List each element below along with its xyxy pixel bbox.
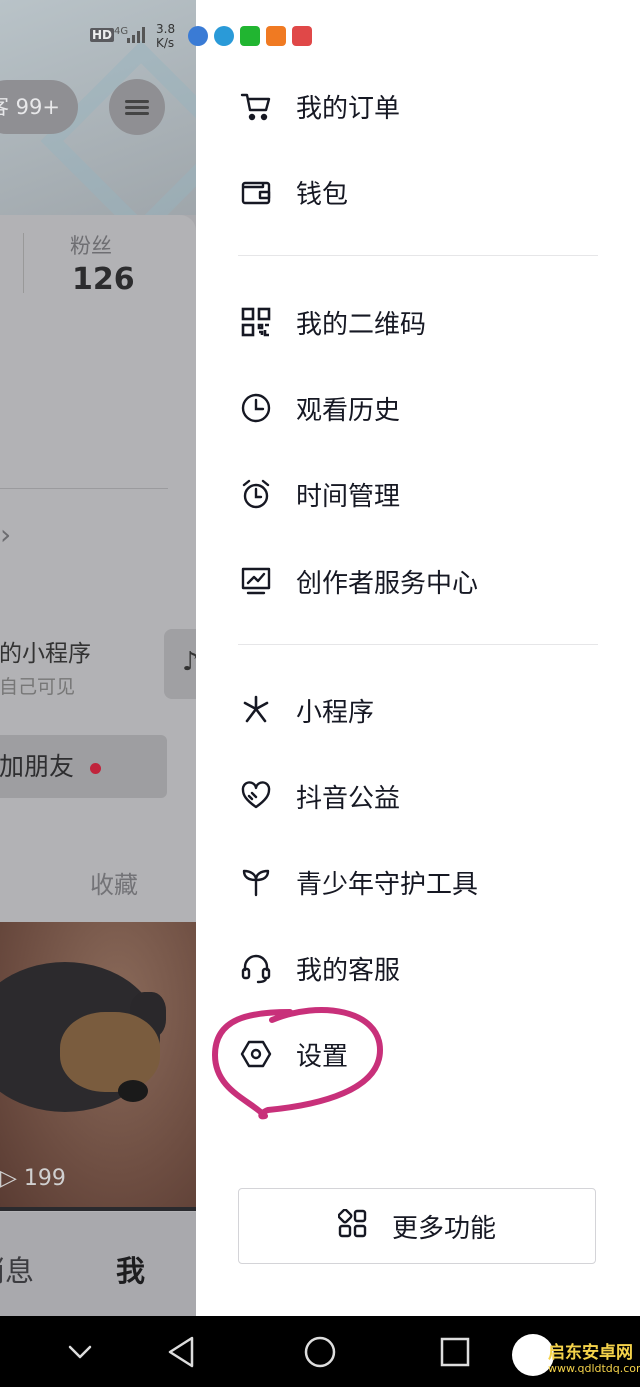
menu-item-watch-history[interactable]: 观看历史: [238, 388, 400, 428]
menu-item-label: 我的订单: [296, 93, 401, 124]
settings-hexagon-icon: [238, 1036, 274, 1072]
divider: [238, 255, 598, 256]
alarm-icon: [238, 476, 274, 512]
wallet-icon: [238, 174, 274, 210]
menu-item-customer-service[interactable]: 我的客服: [238, 948, 400, 988]
mini-program-icon: [238, 692, 274, 728]
divider: [238, 644, 598, 645]
hd-indicator: HD: [90, 28, 115, 42]
menu-item-label: 钱包: [296, 179, 349, 210]
divider: [0, 488, 168, 489]
edge-app-icon: [214, 26, 234, 46]
taobao-app-icon: [266, 26, 286, 46]
recents-icon[interactable]: [433, 1330, 477, 1374]
menu-item-label: 设置: [296, 1041, 349, 1072]
notification-dot: [90, 762, 102, 774]
profile-background: 客 99+ 粉丝 126 › 我的小程序 仅自己可见 ♪ 添加朋友 收藏 ▷ 1…: [0, 0, 196, 1316]
cart-icon: [238, 88, 274, 124]
menu-item-label: 我的客服: [296, 955, 401, 986]
side-drawer: 我的订单 钱包 我的二维码 观看历史 时间管理 创作者服务中心 小程序 抖音公益…: [196, 0, 640, 1316]
menu-item-wallet[interactable]: 钱包: [238, 172, 348, 212]
watermark-url: www.qdldtdq.com: [548, 1362, 640, 1375]
add-friend-label: 添加朋友: [0, 752, 75, 781]
tab-messages[interactable]: 消息: [0, 1248, 34, 1290]
view-count: ▷ 199: [0, 1166, 66, 1191]
menu-item-orders[interactable]: 我的订单: [238, 86, 400, 126]
visitor-pill[interactable]: 客 99+: [0, 80, 78, 134]
qrcode-icon: [238, 304, 274, 340]
more-features-label: 更多功能: [391, 1213, 496, 1244]
menu-item-settings[interactable]: 设置: [238, 1034, 348, 1074]
stats-divider: [23, 233, 24, 293]
add-friend-button[interactable]: 添加朋友: [0, 735, 167, 798]
menu-item-creator-center[interactable]: 创作者服务中心: [238, 561, 478, 601]
menu-item-label: 抖音公益: [296, 783, 401, 814]
back-icon[interactable]: [160, 1330, 204, 1374]
view-count-value: 199: [23, 1166, 66, 1191]
play-icon: ▷: [0, 1166, 17, 1191]
sprout-icon: [238, 864, 274, 900]
grid-icon: [337, 1208, 368, 1243]
arrow-fragment: ›: [0, 518, 12, 551]
menu-item-qrcode[interactable]: 我的二维码: [238, 302, 426, 342]
thumbnail-bar: [0, 1207, 196, 1211]
mini-program-title[interactable]: 我的小程序: [0, 634, 91, 668]
menu-item-time-management[interactable]: 时间管理: [238, 474, 400, 514]
charity-heart-icon: [238, 778, 274, 814]
more-features-button[interactable]: 更多功能: [238, 1188, 596, 1264]
menu-item-label: 创作者服务中心: [296, 568, 479, 599]
menu-item-teen-protection[interactable]: 青少年守护工具: [238, 862, 478, 902]
fans-label: 粉丝: [70, 234, 112, 258]
headset-icon: [238, 950, 274, 986]
collapse-nav-icon[interactable]: [58, 1330, 102, 1374]
music-note-icon: ♪: [182, 647, 196, 677]
music-tile[interactable]: ♪: [164, 629, 196, 699]
hamburger-icon: [125, 97, 149, 118]
watermark-title: 启东安卓网: [548, 1343, 633, 1363]
home-icon[interactable]: [298, 1330, 342, 1374]
menu-item-charity[interactable]: 抖音公益: [238, 776, 400, 816]
dog-face: [60, 1012, 160, 1092]
notification-icons: [188, 26, 312, 46]
menu-item-label: 小程序: [296, 697, 375, 728]
tab-me[interactable]: 我: [116, 1248, 145, 1290]
tab-favorites[interactable]: 收藏: [90, 865, 138, 900]
dog-nose: [118, 1080, 148, 1102]
speed-unit: K/s: [156, 36, 175, 50]
watermark: 启东安卓网 www.qdldtdq.com: [512, 1330, 640, 1387]
mini-program-subtitle: 仅自己可见: [0, 676, 76, 698]
iqiyi-app-icon: [240, 26, 260, 46]
menu-item-mini-program[interactable]: 小程序: [238, 690, 374, 730]
network-speed: 3.8 K/s: [156, 22, 175, 50]
clock-icon: [238, 390, 274, 426]
menu-item-label: 时间管理: [296, 481, 401, 512]
menu-item-label: 观看历史: [296, 395, 401, 426]
chart-monitor-icon: [238, 563, 274, 599]
menu-button[interactable]: [109, 79, 165, 135]
fans-count[interactable]: 126: [72, 262, 135, 297]
menu-item-label: 我的二维码: [296, 309, 427, 340]
shopping-app-icon: [292, 26, 312, 46]
speed-value: 3.8: [156, 22, 176, 36]
browser-app-icon: [188, 26, 208, 46]
menu-item-label: 青少年守护工具: [296, 869, 479, 900]
signal-icon: [127, 27, 145, 43]
